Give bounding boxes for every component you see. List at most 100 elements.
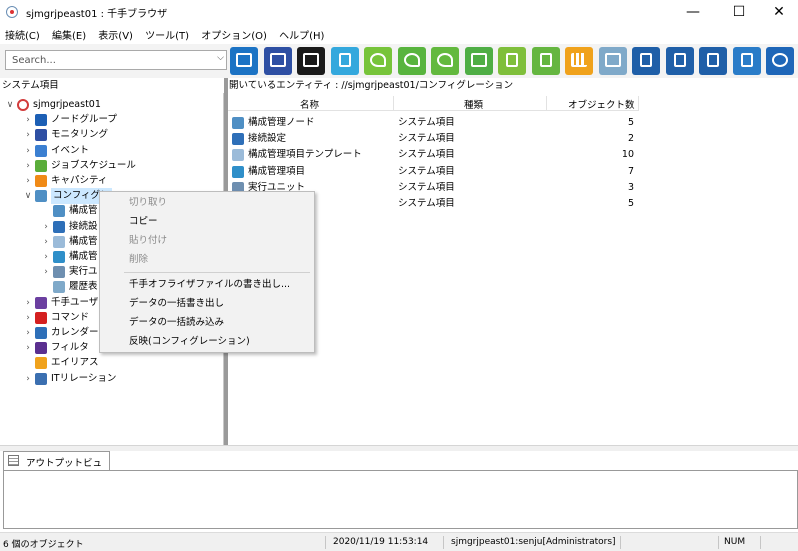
menu-options[interactable]: オプション(O) [196, 24, 271, 42]
event-icon [35, 144, 47, 157]
leaf-toolbar-button[interactable] [364, 47, 392, 75]
monitoring-toolbar-button[interactable] [263, 47, 292, 75]
list-toolbar-button[interactable] [531, 47, 560, 75]
menu-item-cut: 切り取り [129, 197, 168, 208]
filter-icon [35, 342, 47, 355]
chevron-right-icon[interactable]: › [41, 219, 51, 235]
menu-bar: 接続(C) 編集(E) 表示(V) ツール(T) オプション(O) ヘルプ(H) [0, 24, 798, 44]
row-object-count: 5 [627, 117, 634, 128]
import-tb-icon [673, 53, 686, 67]
menu-item-export-offline-file[interactable]: 千手オフライザファイルの書き出し... [129, 276, 290, 293]
table-row[interactable]: 接続設定 システム項目 2 [230, 131, 640, 147]
chevron-right-icon[interactable]: › [23, 340, 33, 356]
sync-leaf-toolbar-button[interactable] [431, 47, 459, 75]
user-icon [35, 296, 47, 309]
link-icon [232, 133, 244, 146]
chevron-right-icon[interactable]: › [41, 249, 51, 265]
chevron-down-icon[interactable]: ∨ [23, 188, 33, 204]
column-object-count[interactable]: オブジェクト数 [568, 97, 635, 111]
search-box[interactable]: ⌵ [5, 50, 227, 70]
row-object-count: 7 [627, 165, 634, 177]
calendar-icon [35, 327, 47, 339]
chevron-down-icon[interactable]: ∨ [5, 97, 15, 113]
puzzle-tb-icon [604, 53, 621, 67]
node-group-toolbar-button[interactable] [230, 47, 258, 75]
list-tb-icon [539, 53, 552, 67]
minimize-button[interactable]: — [670, 0, 716, 24]
chart-toolbar-button[interactable] [565, 47, 593, 75]
tree-item-label: カレンダー [51, 327, 99, 338]
left-pane-header: システム項目 [2, 80, 59, 91]
chevron-right-icon[interactable]: › [23, 173, 33, 189]
status-num-lock: NUM [724, 537, 746, 547]
window-title: sjmgrjpeast01 : 千手ブラウザ [26, 9, 168, 20]
output-view-panel[interactable] [3, 470, 798, 529]
tree-item-label: 構成管 [69, 235, 98, 247]
chevron-right-icon[interactable]: › [23, 158, 33, 174]
chevron-right-icon[interactable]: › [23, 295, 33, 311]
tree-item-label: ジョブスケジュール [51, 159, 136, 171]
message-toolbar-button[interactable] [330, 47, 359, 75]
monitor-dark-toolbar-button[interactable] [297, 47, 325, 75]
menu-item-paste: 貼り付け [129, 235, 168, 246]
row-type: システム項目 [398, 181, 455, 193]
link-icon [53, 220, 65, 233]
search-input[interactable] [6, 51, 211, 69]
puzzle-toolbar-button[interactable] [598, 47, 627, 75]
menu-help[interactable]: ヘルプ(H) [274, 24, 328, 42]
title-bar: sjmgrjpeast01 : 千手ブラウザ — ☐ ✕ [0, 0, 798, 24]
chevron-right-icon[interactable]: › [23, 127, 33, 143]
log-tb-icon [740, 53, 753, 67]
chevron-right-icon[interactable]: › [23, 371, 33, 387]
chevron-down-icon[interactable]: ⌵ [217, 53, 224, 63]
output-view-tab[interactable]: アウトプットビュー [3, 451, 110, 483]
menu-item-copy[interactable]: コピー [129, 213, 158, 230]
menu-edit[interactable]: 編集(E) [47, 24, 90, 42]
configuration-icon [35, 190, 47, 203]
column-header: 名称 種類 オブジェクト数 [228, 96, 639, 111]
column-type[interactable]: 種類 [464, 97, 483, 111]
menu-tools[interactable]: ツール(T) [140, 24, 193, 42]
chevron-right-icon[interactable]: › [23, 325, 33, 341]
radar-toolbar-button[interactable] [766, 47, 794, 75]
table-row[interactable]: 構成管理項目テンプレート システム項目 10 [230, 147, 640, 163]
row-type: システム項目 [398, 133, 455, 145]
tree-item-label: 千手ユーザ [51, 296, 99, 308]
tree-item-label: コマンド [51, 311, 90, 323]
row-name: 構成管理項目 [248, 165, 306, 177]
leaf-tb-icon [370, 53, 386, 67]
output-view-icon [8, 455, 19, 466]
monitor-check-tb-icon [470, 53, 487, 67]
report-toolbar-button[interactable] [498, 47, 526, 75]
menu-item-bulk-export[interactable]: データの一括書き出し [129, 295, 224, 312]
monitor-check-toolbar-button[interactable] [464, 47, 493, 75]
chevron-right-icon[interactable]: › [23, 112, 33, 128]
tree-item-label: 構成管 [69, 251, 98, 262]
menu-view[interactable]: 表示(V) [93, 24, 137, 42]
table-row[interactable]: 構成管理項目 システム項目 7 [230, 164, 640, 180]
row-object-count: 5 [627, 198, 634, 209]
export-toolbar-button[interactable] [632, 47, 660, 75]
config-node-icon [232, 117, 244, 129]
log-toolbar-button[interactable] [732, 47, 761, 75]
chevron-right-icon[interactable]: › [23, 143, 33, 159]
chevron-right-icon[interactable]: › [41, 234, 51, 250]
row-object-count: 3 [627, 181, 634, 193]
table-row[interactable]: 構成管理ノード システム項目 5 [230, 115, 640, 131]
chevron-right-icon[interactable]: › [41, 264, 51, 280]
import-toolbar-button[interactable] [665, 47, 694, 75]
menu-separator [124, 272, 310, 273]
tree-item-label: キャパシティ [51, 175, 108, 186]
close-button[interactable]: ✕ [756, 0, 798, 24]
menu-item-apply-configuration[interactable]: 反映(コンフィグレーション) [129, 333, 250, 350]
config-item-icon [53, 251, 65, 263]
menu-connect[interactable]: 接続(C) [0, 24, 44, 42]
column-name[interactable]: 名称 [300, 97, 319, 111]
radar-tb-icon [772, 53, 788, 67]
menu-item-bulk-import[interactable]: データの一括読み込み [129, 314, 224, 331]
chevron-right-icon[interactable]: › [23, 310, 33, 326]
history-icon [53, 281, 65, 294]
check-leaf-toolbar-button[interactable] [397, 47, 426, 75]
deploy-toolbar-button[interactable] [699, 47, 727, 75]
horizontal-splitter[interactable] [0, 445, 798, 451]
